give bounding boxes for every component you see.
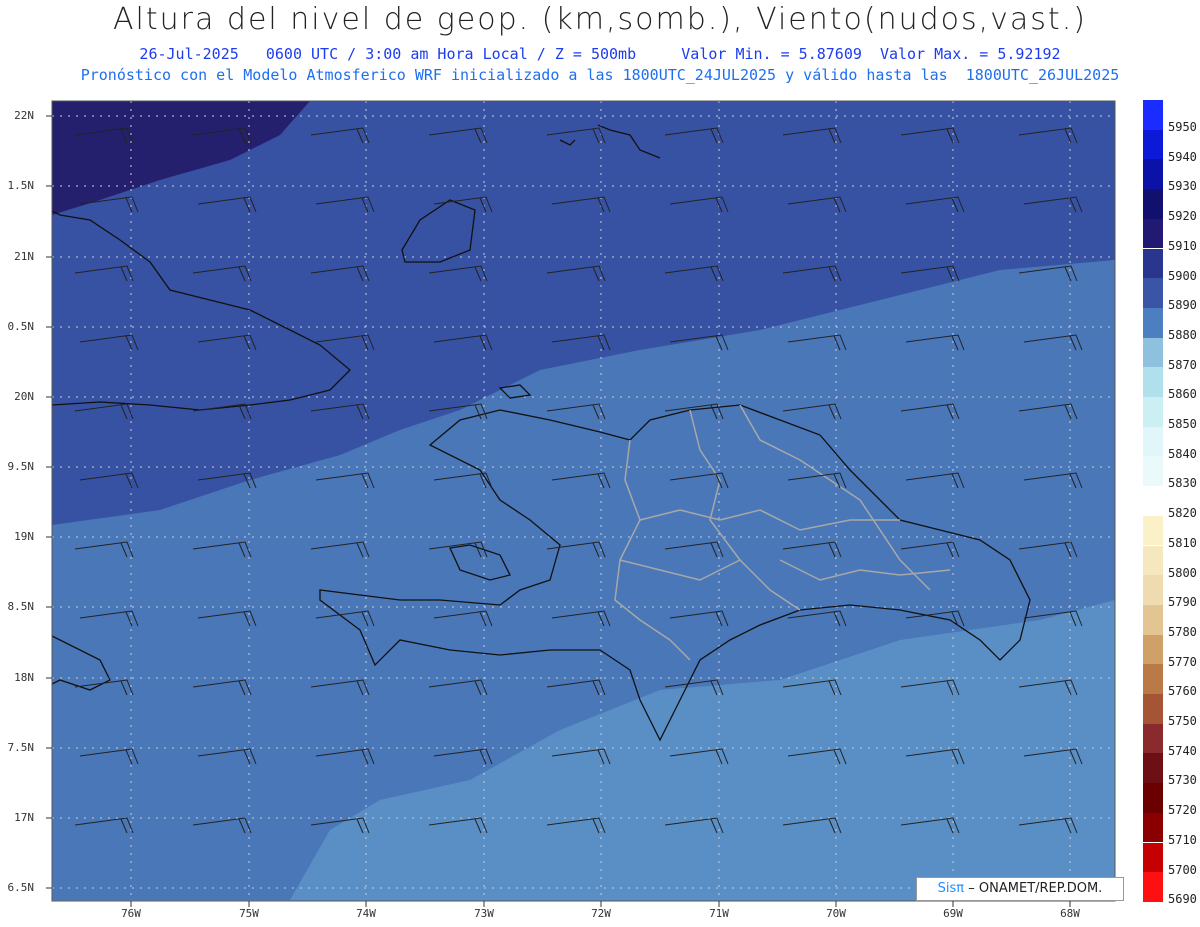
lon-label: 70W bbox=[826, 907, 846, 920]
colorbar-swatch bbox=[1143, 397, 1163, 427]
colorbar-tick-label: 5770 bbox=[1168, 654, 1197, 669]
sispi-logo: Sisπ bbox=[937, 881, 965, 896]
colorbar-swatch bbox=[1143, 456, 1163, 487]
lat-label: 21N bbox=[14, 250, 34, 263]
colorbar-tick-label: 5790 bbox=[1168, 595, 1197, 610]
map-title: Altura del nivel de geop. (km,somb.), Vi… bbox=[113, 2, 1087, 37]
colorbar-tick-label: 5840 bbox=[1168, 446, 1197, 461]
colorbar-tick-label: 5830 bbox=[1168, 476, 1197, 491]
colorbar-swatch bbox=[1143, 367, 1163, 397]
colorbar-tick-label: 5720 bbox=[1168, 803, 1197, 818]
lat-label: 9.5N bbox=[7, 460, 35, 473]
colorbar-swatch bbox=[1143, 723, 1163, 754]
colorbar-tick-label: 5940 bbox=[1168, 149, 1197, 164]
colorbar-tick-label: 5730 bbox=[1168, 773, 1197, 788]
colorbar-tick-label: 5860 bbox=[1168, 387, 1197, 402]
colorbar-swatch bbox=[1143, 486, 1163, 516]
credit-box: Sisπ – ONAMET/REP.DOM. bbox=[916, 877, 1124, 901]
map-subtitle-model: Pronóstico con el Modelo Atmosferico WRF… bbox=[80, 66, 1120, 84]
lon-label: 73W bbox=[474, 907, 494, 920]
credit-text: – ONAMET/REP.DOM. bbox=[968, 881, 1103, 896]
colorbar-tick-label: 5780 bbox=[1168, 624, 1197, 639]
lat-label: 7.5N bbox=[7, 741, 35, 754]
colorbar-tick-label: 5760 bbox=[1168, 684, 1197, 699]
lat-label: 1.5N bbox=[7, 179, 35, 192]
colorbar-swatch bbox=[1143, 783, 1163, 813]
colorbar-swatch bbox=[1143, 753, 1163, 784]
colorbar-swatch bbox=[1143, 426, 1163, 457]
colorbar-swatch bbox=[1143, 812, 1163, 843]
colorbar-swatch bbox=[1143, 129, 1163, 160]
lat-label: 6.5N bbox=[7, 881, 35, 894]
lon-label: 68W bbox=[1060, 907, 1080, 920]
colorbar-swatch bbox=[1143, 515, 1163, 546]
lon-label: 76W bbox=[121, 907, 141, 920]
colorbar-tick-label: 5900 bbox=[1168, 268, 1197, 283]
colorbar-tick-label: 5850 bbox=[1168, 417, 1197, 431]
colorbar-swatch bbox=[1143, 604, 1163, 635]
map-subtitle-date: 26-Jul-2025 0600 UTC / 3:00 am Hora Loca… bbox=[139, 45, 1061, 63]
colorbar-swatch bbox=[1143, 694, 1163, 724]
colorbar-tick-label: 5950 bbox=[1168, 120, 1197, 134]
lon-label: 74W bbox=[356, 907, 376, 920]
colorbar-tick-label: 5820 bbox=[1168, 506, 1197, 521]
colorbar-tick-label: 5910 bbox=[1168, 238, 1197, 253]
colorbar-swatch bbox=[1143, 218, 1163, 249]
colorbar-swatch bbox=[1143, 307, 1163, 338]
colorbar-swatch bbox=[1143, 842, 1163, 873]
lon-label: 69W bbox=[943, 907, 963, 920]
colorbar bbox=[1143, 100, 1163, 902]
colorbar-swatch bbox=[1143, 189, 1163, 219]
colorbar-tick-label: 5870 bbox=[1168, 357, 1197, 372]
lon-label: 72W bbox=[591, 907, 611, 920]
lat-label: 0.5N bbox=[7, 320, 35, 333]
lon-label: 71W bbox=[709, 907, 729, 920]
colorbar-tick-label: 5890 bbox=[1168, 298, 1197, 313]
colorbar-swatch bbox=[1143, 872, 1163, 902]
lat-label: 20N bbox=[14, 390, 34, 403]
colorbar-tick-label: 5690 bbox=[1168, 892, 1197, 907]
geopotential-map bbox=[46, 100, 1116, 907]
lat-label: 18N bbox=[14, 671, 34, 684]
colorbar-tick-label: 5710 bbox=[1168, 832, 1197, 847]
lat-label: 19N bbox=[14, 530, 34, 543]
colorbar-swatch bbox=[1143, 634, 1163, 665]
lon-label: 75W bbox=[239, 907, 259, 920]
colorbar-swatch bbox=[1143, 248, 1163, 279]
colorbar-tick-label: 5810 bbox=[1168, 535, 1197, 550]
colorbar-swatch bbox=[1143, 278, 1163, 308]
colorbar-tick-label: 5920 bbox=[1168, 209, 1197, 224]
lat-label: 8.5N bbox=[7, 600, 35, 613]
colorbar-tick-label: 5880 bbox=[1168, 327, 1197, 342]
colorbar-tick-label: 5740 bbox=[1168, 743, 1197, 758]
lat-label: 22N bbox=[14, 109, 34, 122]
colorbar-tick-label: 5800 bbox=[1168, 565, 1197, 580]
colorbar-swatch bbox=[1143, 100, 1163, 130]
colorbar-swatch bbox=[1143, 337, 1163, 368]
colorbar-swatch bbox=[1143, 575, 1163, 605]
colorbar-swatch bbox=[1143, 159, 1163, 190]
colorbar-swatch bbox=[1143, 664, 1163, 694]
colorbar-tick-label: 5750 bbox=[1168, 714, 1197, 728]
colorbar-tick-label: 5930 bbox=[1168, 179, 1197, 194]
colorbar-tick-label: 5700 bbox=[1168, 862, 1197, 877]
lat-label: 17N bbox=[14, 811, 34, 824]
colorbar-swatch bbox=[1143, 545, 1163, 576]
